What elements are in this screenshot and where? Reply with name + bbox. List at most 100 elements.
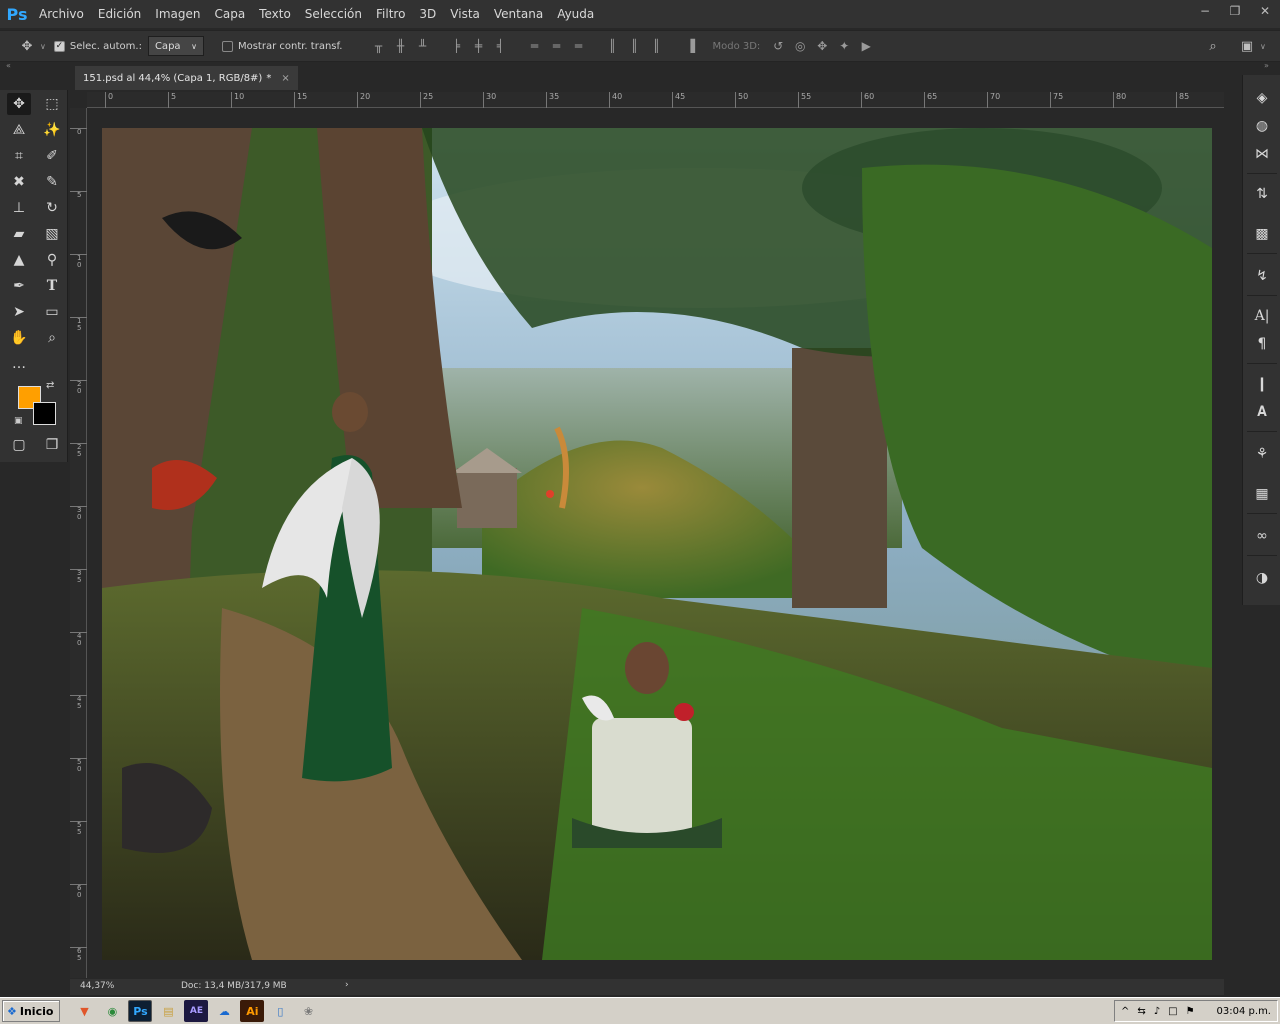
align-left-icon[interactable]: ╞ <box>444 35 466 57</box>
chrome-icon[interactable]: ◉ <box>100 1000 124 1022</box>
scale-3d-icon[interactable]: ▶ <box>854 35 876 57</box>
move-tool-icon[interactable]: ✥ <box>7 93 31 115</box>
document-canvas[interactable] <box>102 128 1212 960</box>
eyedropper-tool-icon[interactable]: ✐ <box>40 145 64 167</box>
start-button[interactable]: ❖ Inicio <box>2 1000 61 1022</box>
more-tools-icon[interactable]: … <box>7 353 31 375</box>
clock[interactable]: 03:04 p.m. <box>1217 1006 1271 1017</box>
align-vcenter-icon[interactable]: ╫ <box>388 35 410 57</box>
quick-mask-icon[interactable]: ▢ <box>7 434 31 456</box>
crop-tool-icon[interactable]: ⌗ <box>7 145 31 167</box>
menu-seleccion[interactable]: Selección <box>298 0 369 28</box>
illustrator-icon[interactable]: Ai <box>240 1000 265 1022</box>
menu-texto[interactable]: Texto <box>252 0 298 28</box>
rectangle-tool-icon[interactable]: ▭ <box>40 301 64 323</box>
screen-mode-icon[interactable]: ❐ <box>40 434 64 456</box>
brush-tool-icon[interactable]: ✎ <box>40 171 64 193</box>
color-palette-icon[interactable]: ⚘ <box>1251 443 1273 465</box>
menu-filtro[interactable]: Filtro <box>369 0 412 28</box>
align-top-icon[interactable]: ╥ <box>366 35 388 57</box>
hand-tool-icon[interactable]: ✋ <box>7 327 31 349</box>
zoom-tool-icon[interactable]: ⌕ <box>40 327 64 349</box>
marquee-tool-icon[interactable]: ⬚ <box>40 93 64 115</box>
chevron-down-icon[interactable]: ∨ <box>1260 42 1266 51</box>
dodge-tool-icon[interactable]: ⚲ <box>40 249 64 271</box>
menu-imagen[interactable]: Imagen <box>148 0 207 28</box>
distribute-bottom-icon[interactable]: ═ <box>566 35 588 57</box>
close-tab-icon[interactable]: × <box>281 73 289 84</box>
menu-capa[interactable]: Capa <box>207 0 252 28</box>
show-transform-checkbox[interactable] <box>221 40 233 52</box>
folder-icon[interactable]: ▤ <box>156 1000 180 1022</box>
healing-brush-tool-icon[interactable]: ✖ <box>7 171 31 193</box>
paragraph-icon[interactable]: ¶ <box>1251 333 1273 355</box>
collapse-right-icon[interactable]: » <box>1264 61 1269 70</box>
lasso-tool-icon[interactable]: ⟁ <box>7 119 31 141</box>
flag-icon[interactable]: ⚑ <box>1186 1006 1195 1017</box>
zoom-level[interactable]: 44,37% <box>80 981 114 991</box>
gradient-tool-icon[interactable]: ▧ <box>40 223 64 245</box>
pen-tool-icon[interactable]: ✒ <box>7 275 31 297</box>
align-bottom-icon[interactable]: ╨ <box>410 35 432 57</box>
status-arrow-icon[interactable]: › <box>345 980 349 990</box>
menu-ventana[interactable]: Ventana <box>487 0 550 28</box>
type-tool-icon[interactable]: T <box>40 275 64 297</box>
menu-edicion[interactable]: Edición <box>91 0 148 28</box>
volume-icon[interactable]: ♪ <box>1154 1006 1160 1017</box>
notepad-icon[interactable]: ▯ <box>268 1000 292 1022</box>
layers-icon[interactable]: ◈ <box>1251 87 1273 109</box>
libraries-icon[interactable]: ∞ <box>1251 525 1273 547</box>
align-right-icon[interactable]: ╡ <box>488 35 510 57</box>
paragraph-styles-icon[interactable]: ❙ <box>1251 373 1273 395</box>
channels-icon[interactable]: ◍ <box>1251 115 1273 137</box>
adjustments-icon[interactable]: ◑ <box>1251 567 1273 589</box>
paths-icon[interactable]: ⋈ <box>1251 143 1273 165</box>
auto-select-checkbox[interactable]: ✓ <box>53 40 65 52</box>
close-button[interactable]: ✕ <box>1250 0 1280 22</box>
menu-archivo[interactable]: Archivo <box>32 0 91 28</box>
menu-3d[interactable]: 3D <box>412 0 443 28</box>
distribute-left-icon[interactable]: ║ <box>600 35 622 57</box>
move-tool-preset-icon[interactable]: ✥ <box>16 35 38 57</box>
brave-icon[interactable]: ▼ <box>72 1000 96 1022</box>
roll-3d-icon[interactable]: ◎ <box>788 35 810 57</box>
after-effects-icon[interactable]: AE <box>184 1000 209 1022</box>
blur-tool-icon[interactable]: ▲ <box>7 249 31 271</box>
display-icon[interactable]: □ <box>1168 1006 1177 1017</box>
default-colors-icon[interactable]: ▣ <box>14 416 23 426</box>
path-selection-tool-icon[interactable]: ➤ <box>7 301 31 323</box>
horizontal-ruler[interactable]: 0 5 10 15 20 25 30 35 40 45 50 55 60 65 70 75 80 85 <box>87 92 1224 108</box>
swap-colors-icon[interactable]: ⇄ <box>46 380 54 391</box>
character-styles-icon[interactable]: 𝐀 <box>1251 401 1273 423</box>
document-tab[interactable]: 151.psd al 44,4% (Capa 1, RGB/8#) * × <box>75 66 298 90</box>
auto-select-dropdown[interactable]: Capa ∨ <box>147 36 204 56</box>
collapse-left-icon[interactable]: « <box>6 61 11 70</box>
search-icon[interactable]: ⌕ <box>1202 35 1224 57</box>
tray-expand-icon[interactable]: ^ <box>1121 1006 1129 1017</box>
slide-3d-icon[interactable]: ✦ <box>832 35 854 57</box>
orbit-3d-icon[interactable]: ↺ <box>766 35 788 57</box>
auto-align-icon[interactable]: ▐ <box>678 35 700 57</box>
distribute-top-icon[interactable]: ═ <box>522 35 544 57</box>
distribute-hcenter-icon[interactable]: ║ <box>622 35 644 57</box>
menu-vista[interactable]: Vista <box>443 0 487 28</box>
workspace-icon[interactable]: ▣ <box>1236 35 1258 57</box>
background-color-swatch[interactable] <box>33 402 56 425</box>
swatches-icon[interactable]: ▦ <box>1251 483 1273 505</box>
restore-button[interactable]: ❐ <box>1220 0 1250 22</box>
onedrive-icon[interactable]: ☁ <box>212 1000 236 1022</box>
history-brush-tool-icon[interactable]: ↻ <box>40 197 64 219</box>
minimize-button[interactable]: − <box>1190 0 1220 22</box>
vertical-ruler[interactable]: 0 5 1 0 1 5 2 0 2 5 3 0 3 5 4 0 4 5 5 0 5 5 6 0 6 5 <box>70 108 87 978</box>
menu-ayuda[interactable]: Ayuda <box>550 0 601 28</box>
network-icon[interactable]: ⇆ <box>1137 1006 1145 1017</box>
photoshop-icon[interactable]: Ps <box>128 1000 153 1022</box>
chevron-down-icon[interactable]: ∨ <box>40 42 46 51</box>
distribute-vcenter-icon[interactable]: ═ <box>544 35 566 57</box>
history-icon[interactable]: ⇅ <box>1251 183 1273 205</box>
pan-3d-icon[interactable]: ✥ <box>810 35 832 57</box>
3d-icon[interactable]: ▩ <box>1251 223 1273 245</box>
align-hcenter-icon[interactable]: ╪ <box>466 35 488 57</box>
paint-icon[interactable]: ❀ <box>296 1000 320 1022</box>
clone-source-icon[interactable]: ↯ <box>1251 265 1273 287</box>
